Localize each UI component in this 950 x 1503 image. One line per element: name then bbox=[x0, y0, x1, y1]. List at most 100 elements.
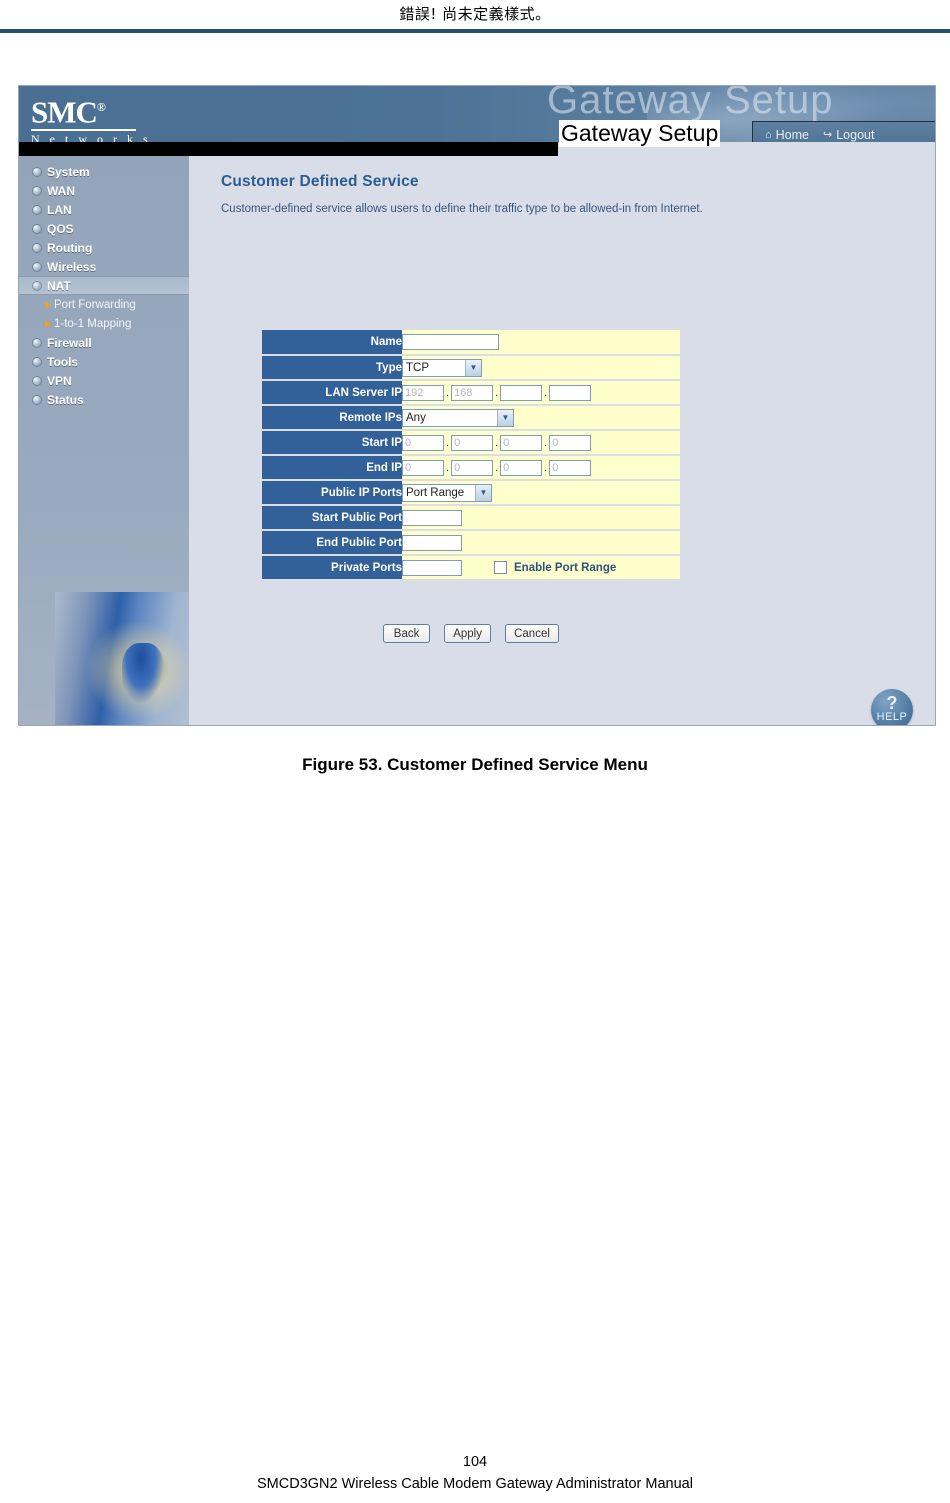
sidebar-item-label: Status bbox=[47, 392, 84, 407]
sidebar-item-firewall[interactable]: Firewall bbox=[19, 333, 189, 352]
ip-dot: . bbox=[446, 436, 450, 449]
arrow-right-icon bbox=[45, 319, 51, 328]
document-header-text: 錯誤! 尚未定義樣式。 bbox=[399, 5, 551, 23]
label-name: Name bbox=[262, 330, 402, 356]
ip-dot: . bbox=[495, 436, 499, 449]
lan-server-ip-octet-1[interactable] bbox=[402, 384, 444, 401]
sidebar-item-wan[interactable]: WAN bbox=[19, 181, 189, 200]
name-input[interactable] bbox=[402, 334, 499, 350]
label-public-ip-ports: Public IP Ports bbox=[262, 480, 402, 506]
sidebar-subitem-label: 1-to-1 Mapping bbox=[54, 317, 132, 330]
ip-dot: . bbox=[446, 386, 450, 399]
lan-server-ip-octet-3[interactable] bbox=[500, 384, 543, 401]
enable-port-range-checkbox[interactable] bbox=[494, 561, 507, 574]
ip-dot: . bbox=[495, 461, 499, 474]
bullet-icon bbox=[33, 376, 41, 385]
value-remote-ips: Any ▼ bbox=[402, 405, 680, 431]
value-start-public-port bbox=[402, 505, 680, 531]
end-ip-octet-4[interactable] bbox=[549, 459, 592, 476]
form-row-lan-server-ip: LAN Server IP . . . bbox=[262, 380, 680, 406]
lan-server-ip-octet-4[interactable] bbox=[549, 384, 592, 401]
figure-caption: Figure 53. Customer Defined Service Menu bbox=[302, 755, 648, 774]
remote-ips-select[interactable]: Any ▼ bbox=[402, 408, 514, 427]
form-row-private-ports: Private Ports Enable Port Range bbox=[262, 555, 680, 581]
form-row-end-ip: End IP . . . bbox=[262, 455, 680, 481]
back-button[interactable]: Back bbox=[383, 624, 431, 643]
main-content: Customer Defined Service Customer-define… bbox=[189, 156, 935, 725]
sidebar-item-nat[interactable]: NAT bbox=[19, 276, 189, 295]
sidebar-item-label: QOS bbox=[47, 221, 74, 236]
banner-black-bar bbox=[19, 142, 558, 156]
ip-dot: . bbox=[544, 436, 548, 449]
type-select[interactable]: TCP ▼ bbox=[402, 358, 482, 377]
bullet-icon bbox=[33, 167, 41, 176]
end-public-port-input[interactable] bbox=[402, 534, 462, 551]
end-ip-octet-2[interactable] bbox=[451, 459, 494, 476]
value-public-ip-ports: Port Range ▼ bbox=[402, 480, 680, 506]
sidebar: System WAN LAN QOS Routing Wireless NAT … bbox=[19, 156, 189, 725]
start-ip-octet-2[interactable] bbox=[451, 434, 494, 451]
cancel-button[interactable]: Cancel bbox=[505, 624, 559, 643]
label-lan-server-ip: LAN Server IP bbox=[262, 380, 402, 406]
public-ip-ports-select-value: Port Range bbox=[406, 486, 465, 499]
sidebar-item-wireless[interactable]: Wireless bbox=[19, 257, 189, 276]
apply-button[interactable]: Apply bbox=[444, 624, 492, 643]
nav-home-link[interactable]: ⌂ Home bbox=[765, 128, 809, 142]
help-button[interactable]: ? HELP bbox=[871, 689, 913, 725]
nav-logout-link[interactable]: ↪ Logout bbox=[823, 128, 874, 142]
private-ports-input[interactable] bbox=[402, 559, 462, 576]
sidebar-item-status[interactable]: Status bbox=[19, 390, 189, 409]
end-ip-octet-1[interactable] bbox=[402, 459, 444, 476]
banner-watermark: Gateway Setup bbox=[547, 86, 834, 122]
sidebar-item-label: Tools bbox=[47, 354, 79, 369]
nav-logout-label: Logout bbox=[836, 128, 875, 142]
bullet-icon bbox=[33, 205, 41, 214]
sidebar-item-label: Firewall bbox=[47, 335, 92, 350]
form-row-remote-ips: Remote IPs Any ▼ bbox=[262, 405, 680, 431]
sidebar-item-label: System bbox=[47, 164, 90, 179]
page-title: Customer Defined Service bbox=[221, 173, 419, 190]
chevron-down-icon: ▼ bbox=[465, 359, 481, 376]
sidebar-menu: System WAN LAN QOS Routing Wireless NAT … bbox=[19, 156, 189, 409]
form-row-start-ip: Start IP . . . bbox=[262, 430, 680, 456]
bullet-icon bbox=[33, 281, 41, 290]
sidebar-item-tools[interactable]: Tools bbox=[19, 352, 189, 371]
sidebar-item-system[interactable]: System bbox=[19, 162, 189, 181]
gateway-setup-title: Gateway Setup bbox=[559, 120, 721, 147]
label-type: Type bbox=[262, 355, 402, 381]
sidebar-subitem-1-to-1-mapping[interactable]: 1-to-1 Mapping bbox=[19, 314, 189, 333]
sidebar-item-vpn[interactable]: VPN bbox=[19, 371, 189, 390]
lan-server-ip-octet-2[interactable] bbox=[451, 384, 494, 401]
bullet-icon bbox=[33, 186, 41, 195]
start-public-port-input[interactable] bbox=[402, 509, 462, 526]
page-number: 104 bbox=[462, 1454, 488, 1470]
end-ip-octet-3[interactable] bbox=[500, 459, 543, 476]
remote-ips-select-value: Any bbox=[406, 411, 426, 424]
sidebar-subitem-port-forwarding[interactable]: Port Forwarding bbox=[19, 295, 189, 314]
question-mark-icon: ? bbox=[886, 693, 898, 713]
public-ip-ports-select[interactable]: Port Range ▼ bbox=[402, 483, 492, 502]
start-ip-octet-1[interactable] bbox=[402, 434, 444, 451]
form-row-public-ip-ports: Public IP Ports Port Range ▼ bbox=[262, 480, 680, 506]
ip-dot: . bbox=[495, 386, 499, 399]
registered-trademark-icon: ® bbox=[96, 100, 106, 114]
start-ip-octet-4[interactable] bbox=[549, 434, 592, 451]
form-row-name: Name bbox=[262, 330, 680, 356]
form-row-type: Type TCP ▼ bbox=[262, 355, 680, 381]
start-ip-octet-3[interactable] bbox=[500, 434, 543, 451]
sidebar-item-label: Routing bbox=[47, 240, 93, 255]
form-row-start-public-port: Start Public Port bbox=[262, 505, 680, 531]
sidebar-item-routing[interactable]: Routing bbox=[19, 238, 189, 257]
value-start-ip: . . . bbox=[402, 430, 680, 456]
ip-dot: . bbox=[446, 461, 450, 474]
top-navigation: ⌂ Home ↪ Logout bbox=[752, 121, 935, 142]
sidebar-item-lan[interactable]: LAN bbox=[19, 200, 189, 219]
sidebar-item-qos[interactable]: QOS bbox=[19, 219, 189, 238]
router-admin-screenshot: Gateway Setup SMC® N e t w o r k s ⌂ Home… bbox=[18, 85, 936, 726]
ip-dot: . bbox=[544, 386, 548, 399]
document-footer: 104 SMCD3GN2 Wireless Cable Modem Gatewa… bbox=[0, 1451, 950, 1495]
document-header: 錯誤! 尚未定義樣式。 bbox=[0, 0, 950, 34]
logout-icon: ↪ bbox=[823, 128, 833, 141]
sidebar-item-label: LAN bbox=[47, 202, 72, 217]
sidebar-item-label: NAT bbox=[47, 278, 71, 293]
